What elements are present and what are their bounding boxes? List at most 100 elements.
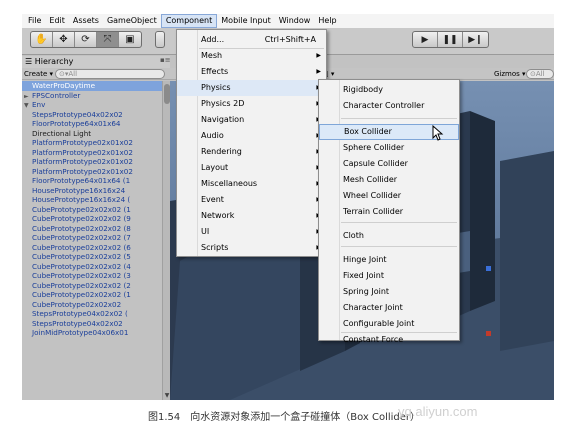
menu-separator	[341, 332, 457, 333]
physics-menu-item-mesh-collider[interactable]: Mesh Collider	[319, 172, 459, 188]
physics-menu-item-character-controller[interactable]: Character Controller	[319, 98, 459, 114]
hierarchy-item[interactable]: FloorPrototype64x01x64	[22, 119, 162, 129]
menu-mobile-input[interactable]: Mobile Input	[217, 14, 275, 28]
component-menu-item-physics[interactable]: Physics▶	[177, 80, 326, 96]
hierarchy-item[interactable]: CubePrototype02x02x02 (6	[22, 243, 162, 253]
component-menu-item-miscellaneous[interactable]: Miscellaneous▶	[177, 176, 326, 192]
hand-icon[interactable]: ✋	[31, 32, 53, 47]
create-dropdown[interactable]: Create ▾	[24, 69, 53, 79]
hierarchy-item[interactable]: ▼ Env	[22, 100, 162, 110]
physics-menu-item-configurable-joint[interactable]: Configurable Joint	[319, 316, 459, 332]
watermark: yq.aliyun.com	[398, 404, 478, 419]
unity-editor-screenshot: File Edit Assets GameObject Component Mo…	[22, 14, 554, 400]
component-menu-item-event[interactable]: Event▶	[177, 192, 326, 208]
component-menu-item-rendering[interactable]: Rendering▶	[177, 144, 326, 160]
hierarchy-toolbar: Create ▾ ⊙▾All	[22, 68, 170, 80]
hierarchy-item[interactable]: CubePrototype02x02x02 (4	[22, 262, 162, 272]
component-menu-item-ui[interactable]: UI▶	[177, 224, 326, 240]
playback-controls: ▶ ❚❚ ▶❙	[412, 31, 489, 48]
hierarchy-item-label: PlatformPrototype02x01x02	[32, 138, 133, 147]
hierarchy-item[interactable]: WaterProDaytime	[22, 81, 162, 91]
physics-menu-item-fixed-joint[interactable]: Fixed Joint	[319, 268, 459, 284]
hierarchy-item[interactable]: StepsPrototype04x02x02	[22, 110, 162, 120]
hierarchy-item[interactable]: CubePrototype02x02x02 (1	[22, 290, 162, 300]
component-menu-item-mesh[interactable]: Mesh ▶	[177, 48, 326, 64]
hierarchy-item[interactable]: CubePrototype02x02x02 (5	[22, 252, 162, 262]
component-menu: Add...Ctrl+Shift+AMesh▶Effects▶Physics▶P…	[176, 29, 327, 257]
hierarchy-item[interactable]: StepsPrototype04x02x02	[22, 319, 162, 329]
component-menu-item-network[interactable]: Network▶	[177, 208, 326, 224]
pivot-toggle[interactable]	[155, 31, 165, 48]
lock-icon[interactable]: ▪≡	[160, 56, 171, 64]
menu-edit[interactable]: Edit	[45, 14, 69, 28]
hierarchy-item[interactable]: CubePrototype02x02x02	[22, 300, 162, 310]
component-menu-item-physics-2d[interactable]: Physics 2D▶	[177, 96, 326, 112]
component-menu-item-navigation[interactable]: Navigation▶	[177, 112, 326, 128]
gizmos-dropdown[interactable]: Gizmos ▾	[494, 69, 526, 79]
menu-bar: File Edit Assets GameObject Component Mo…	[22, 14, 554, 28]
physics-menu-item-cloth[interactable]: Cloth	[319, 228, 459, 244]
component-menu-item-audio[interactable]: Audio▶	[177, 128, 326, 144]
physics-menu-item-constant-force[interactable]: Constant Force	[319, 332, 459, 348]
hierarchy-item[interactable]: FloorPrototype64x01x64 (1	[22, 176, 162, 186]
hierarchy-tab[interactable]: ☰ Hierarchy	[22, 56, 170, 68]
hierarchy-item[interactable]: PlatformPrototype02x01x02	[22, 157, 162, 167]
physics-menu-item-rigidbody[interactable]: Rigidbody	[319, 82, 459, 98]
hierarchy-item[interactable]: PlatformPrototype02x01x02	[22, 138, 162, 148]
transform-tools: ✋ ✥ ⟳ ⤧ ▣	[30, 31, 142, 48]
hierarchy-item[interactable]: HousePrototype16x16x24 (	[22, 195, 162, 205]
scale-icon[interactable]: ⤧	[97, 32, 119, 47]
menu-component[interactable]: Component	[160, 14, 218, 28]
pause-icon[interactable]: ❚❚	[438, 32, 463, 47]
scene-search-input[interactable]: ⊙All	[526, 69, 554, 79]
hierarchy-item[interactable]: JoinMidPrototype04x06x01	[22, 328, 162, 338]
component-menu-item-effects[interactable]: Effects ▶	[177, 64, 326, 80]
hierarchy-item-label: JoinMidPrototype04x06x01	[32, 328, 129, 337]
component-menu-item-layout[interactable]: Layout▶	[177, 160, 326, 176]
menu-gameobject[interactable]: GameObject	[103, 14, 161, 28]
menu-assets[interactable]: Assets	[69, 14, 103, 28]
hierarchy-item-label: CubePrototype02x02x02 (6	[32, 242, 131, 252]
physics-menu-item-sphere-collider[interactable]: Sphere Collider	[319, 140, 459, 156]
component-menu-item-add[interactable]: Add... Ctrl+Shift+A	[177, 32, 326, 48]
physics-menu-item-hinge-joint[interactable]: Hinge Joint	[319, 252, 459, 268]
hierarchy-item-label: StepsPrototype04x02x02	[32, 318, 123, 328]
blue-marker	[486, 266, 491, 271]
hierarchy-item[interactable]: ► FPSController	[22, 91, 162, 101]
hierarchy-item[interactable]: CubePrototype02x02x02 (7	[22, 233, 162, 243]
figure: File Edit Assets GameObject Component Mo…	[0, 0, 568, 434]
hierarchy-item-label: Env	[32, 100, 46, 109]
hierarchy-item[interactable]: CubePrototype02x02x02 (8	[22, 224, 162, 234]
hierarchy-item[interactable]: CubePrototype02x02x02 (1	[22, 205, 162, 215]
collapse-arrow-icon[interactable]: ►	[24, 92, 32, 101]
hierarchy-item[interactable]: PlatformPrototype02x01x02	[22, 148, 162, 158]
rect-icon[interactable]: ▣	[119, 32, 141, 47]
physics-menu-item-spring-joint[interactable]: Spring Joint	[319, 284, 459, 300]
hierarchy-item[interactable]: CubePrototype02x02x02 (9	[22, 214, 162, 224]
move-icon[interactable]: ✥	[53, 32, 75, 47]
menu-file[interactable]: File	[24, 14, 45, 28]
hierarchy-item-label: CubePrototype02x02x02 (4	[32, 261, 131, 271]
hierarchy-item-label: StepsPrototype04x02x02	[32, 109, 123, 119]
hierarchy-scrollbar[interactable]: ▼	[162, 81, 170, 400]
hierarchy-item[interactable]: StepsPrototype04x02x02 (	[22, 309, 162, 319]
play-icon[interactable]: ▶	[413, 32, 438, 47]
hierarchy-item-label: Directional Light	[32, 128, 92, 138]
menu-help[interactable]: Help	[314, 14, 340, 28]
expand-arrow-icon[interactable]: ▼	[24, 101, 32, 110]
hierarchy-item[interactable]: HousePrototype16x16x24	[22, 186, 162, 196]
hierarchy-item[interactable]: CubePrototype02x02x02 (3	[22, 271, 162, 281]
hierarchy-item[interactable]: PlatformPrototype02x01x02	[22, 167, 162, 177]
hierarchy-item[interactable]: CubePrototype02x02x02 (2	[22, 281, 162, 291]
physics-menu-item-capsule-collider[interactable]: Capsule Collider	[319, 156, 459, 172]
hierarchy-item[interactable]: Directional Light	[22, 129, 162, 139]
hierarchy-search-input[interactable]: ⊙▾All	[55, 69, 165, 79]
menu-separator	[341, 118, 457, 119]
component-menu-item-scripts[interactable]: Scripts▶	[177, 240, 326, 256]
physics-menu-item-character-joint[interactable]: Character Joint	[319, 300, 459, 316]
menu-window[interactable]: Window	[275, 14, 315, 28]
step-icon[interactable]: ▶❙	[463, 32, 488, 47]
physics-menu-item-wheel-collider[interactable]: Wheel Collider	[319, 188, 459, 204]
rotate-icon[interactable]: ⟳	[75, 32, 97, 47]
physics-menu-item-terrain-collider[interactable]: Terrain Collider	[319, 204, 459, 220]
